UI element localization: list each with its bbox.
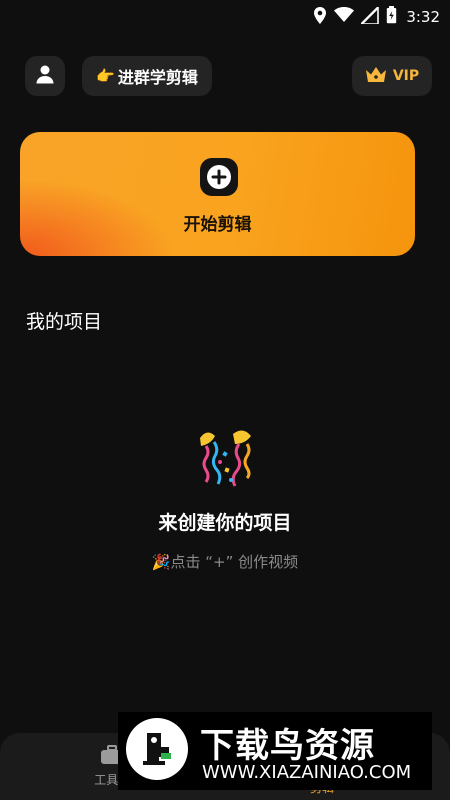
- empty-state-hint-text: 点击 “+” 创作视频: [170, 553, 299, 571]
- battery-icon: [386, 6, 397, 28]
- start-editing-label: 开始剪辑: [183, 215, 252, 235]
- pointing-hand-icon: 👉: [96, 67, 115, 85]
- user-icon: [35, 64, 55, 88]
- status-icons: 3:32: [313, 4, 440, 28]
- plus-icon: [200, 158, 238, 196]
- crown-icon: [365, 66, 387, 87]
- party-emoji-icon: 🎉: [151, 553, 171, 571]
- avatar-button[interactable]: [25, 56, 65, 96]
- party-popper-icon: [195, 428, 255, 494]
- status-time: 3:32: [406, 8, 440, 26]
- start-editing-card[interactable]: 开始剪辑: [20, 132, 415, 256]
- watermark: 下载鸟资源 WWW.XIAZAINIAO.COM: [118, 712, 432, 790]
- vip-label: VIP: [392, 68, 420, 84]
- section-title-my-projects: 我的项目: [26, 311, 103, 333]
- signal-icon: [359, 4, 380, 28]
- status-bar: 3:32: [0, 0, 450, 32]
- empty-state-hint: 🎉点击 “+” 创作视频: [0, 551, 450, 572]
- location-icon: [313, 6, 327, 28]
- wifi-icon: [334, 7, 355, 27]
- vip-button[interactable]: VIP: [352, 56, 432, 96]
- bird-logo-icon: [126, 718, 188, 780]
- join-group-label: 进群学剪辑: [117, 68, 198, 87]
- watermark-title: 下载鸟资源: [200, 726, 375, 766]
- empty-state-title: 来创建你的项目: [158, 512, 292, 534]
- watermark-url: WWW.XIAZAINIAO.COM: [202, 762, 412, 783]
- join-group-button[interactable]: 👉 进群学剪辑: [82, 56, 212, 96]
